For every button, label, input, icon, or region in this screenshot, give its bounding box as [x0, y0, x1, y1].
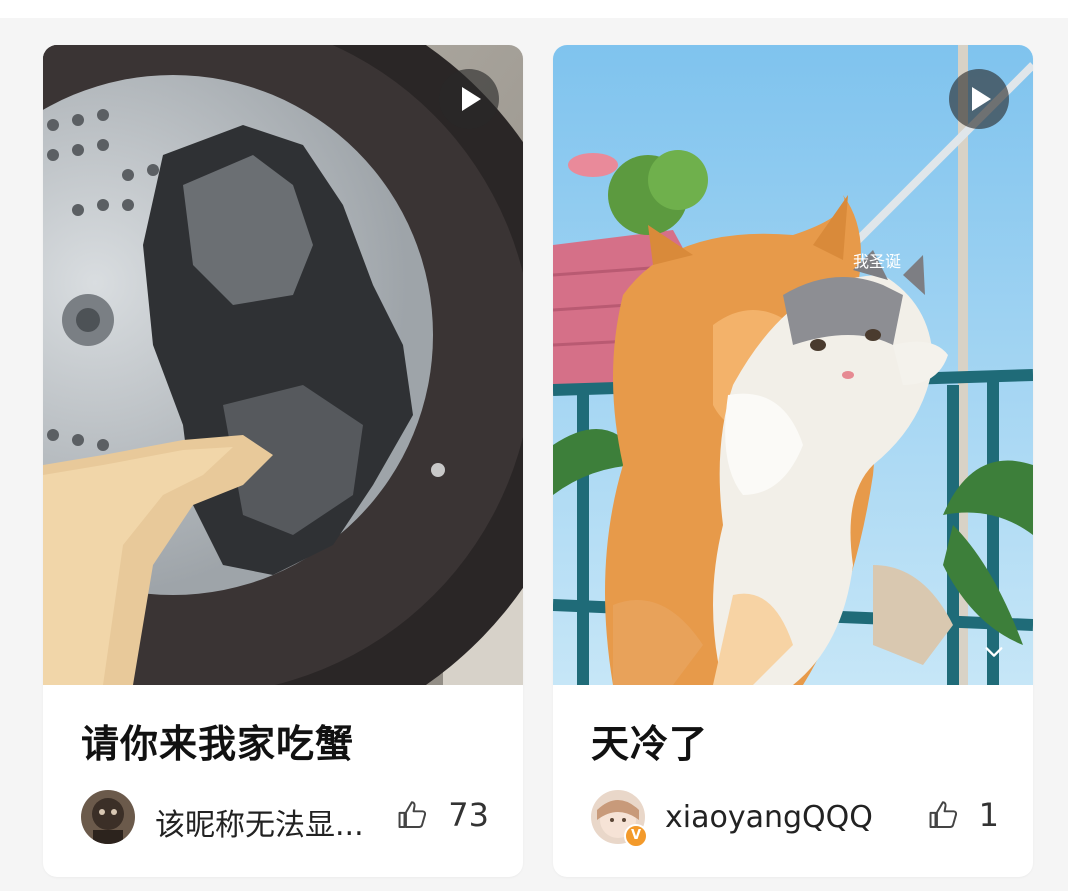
svg-text:我圣诞: 我圣诞 [853, 252, 901, 271]
card-meta: V xiaoyangQQQ 1 [591, 790, 999, 848]
author-name[interactable]: xiaoyangQQQ [665, 800, 873, 835]
thumbnail-image: 我圣诞 [553, 45, 1033, 685]
like-button[interactable]: 1 [927, 796, 999, 836]
thumbnail-image [43, 45, 523, 685]
like-count: 73 [448, 796, 489, 834]
verified-badge: V [624, 824, 648, 848]
play-button[interactable] [439, 69, 499, 129]
card-title[interactable]: 请你来我家吃蟹 [81, 713, 493, 768]
thumb-up-icon [398, 801, 427, 829]
like-button[interactable]: 73 [396, 796, 489, 836]
video-thumbnail[interactable]: 我圣诞 [553, 45, 1033, 685]
play-icon [972, 87, 991, 111]
video-card-cats[interactable]: 我圣诞 天冷了 V xiaoyangQQQ 1 [553, 45, 1033, 877]
play-icon [462, 87, 481, 111]
chevron-down-icon[interactable] [983, 641, 1005, 663]
thumb-up-icon [929, 801, 957, 829]
video-card-crab[interactable]: 请你来我家吃蟹 该昵称无法显... 73 [43, 45, 523, 877]
like-count: 1 [978, 796, 999, 834]
author-name[interactable]: 该昵称无法显... [155, 800, 364, 844]
avatar[interactable] [81, 790, 135, 844]
card-title[interactable]: 天冷了 [591, 713, 1003, 768]
card-meta: 该昵称无法显... 73 [81, 790, 489, 846]
top-bar [0, 0, 1068, 18]
play-button[interactable] [949, 69, 1009, 129]
video-thumbnail[interactable] [43, 45, 523, 685]
